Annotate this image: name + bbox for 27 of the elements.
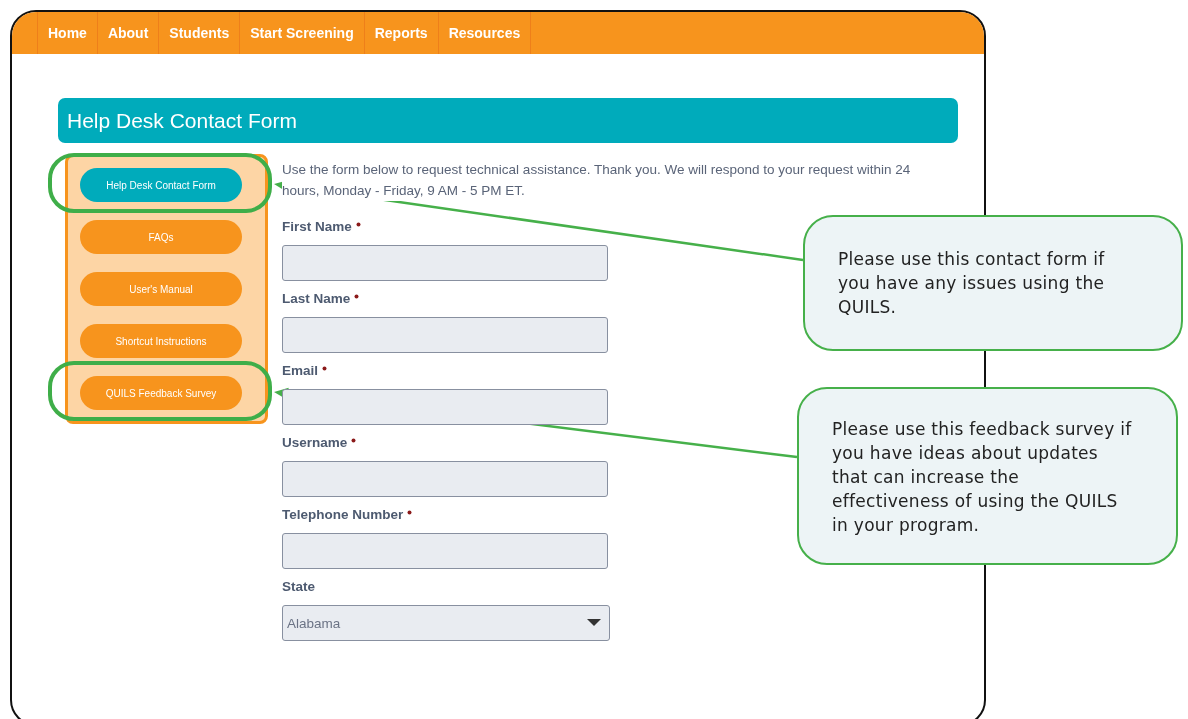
field-label: Username (282, 435, 348, 450)
sidebar-button[interactable]: Help Desk Contact Form (80, 168, 242, 202)
callout-text: Please use this contact form if you have any issues using the QUILS. (838, 248, 1106, 319)
nav-link[interactable]: Resources (437, 12, 532, 54)
nav-link[interactable]: Start Screening (239, 12, 364, 54)
sidebar-button[interactable]: FAQs (80, 220, 242, 254)
field-label: Email (282, 363, 319, 378)
nav-link[interactable]: About (96, 12, 159, 54)
page-title: Help Desk Contact Form (58, 98, 958, 143)
sidebar-button[interactable]: QUILS Feedback Survey (80, 376, 242, 410)
field-label: Telephone Number (282, 507, 404, 522)
input-field[interactable] (282, 245, 608, 281)
sidebar-button[interactable]: User's Manual (80, 272, 242, 306)
callout-text: Please use this feedback survey if you have ideas about updates that can increase the effectiveness of using the QUILS in your program. (832, 418, 1132, 537)
state-select[interactable]: Alabama (282, 605, 610, 641)
nav-link[interactable]: Home (37, 12, 97, 54)
input-field[interactable] (282, 461, 608, 497)
field-label: Last Name (282, 291, 351, 306)
sidebar-button[interactable]: Shortcut Instructions (80, 324, 242, 358)
input-field[interactable] (282, 533, 608, 569)
input-field[interactable] (282, 317, 608, 353)
caret-icon (587, 619, 601, 627)
input-field[interactable] (282, 389, 608, 425)
nav-link[interactable]: Reports (363, 12, 438, 54)
nav-link[interactable]: Students (158, 12, 240, 54)
field-label: State (282, 579, 315, 594)
field-label: First Name (282, 219, 352, 234)
